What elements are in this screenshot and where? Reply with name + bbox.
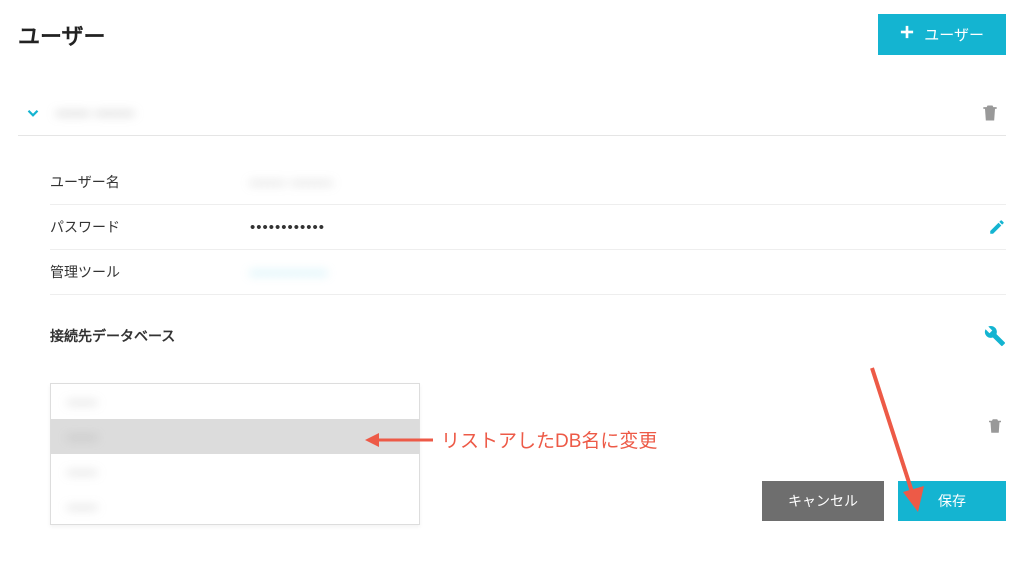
- db-select-dropdown[interactable]: ----------------------------: [50, 383, 420, 525]
- password-row: パスワード ••••••••••••: [50, 205, 1006, 250]
- add-user-button-label: ユーザー: [924, 24, 984, 45]
- db-option[interactable]: -------: [51, 384, 419, 419]
- trash-icon[interactable]: [980, 103, 1000, 123]
- password-label: パスワード: [50, 217, 250, 237]
- username-value: ------ -------: [250, 174, 1006, 191]
- password-value: ••••••••••••: [250, 219, 988, 236]
- user-row[interactable]: ------ -------: [18, 95, 1006, 136]
- admin-tool-value[interactable]: -------------: [250, 264, 1006, 281]
- tools-icon[interactable]: [984, 325, 1006, 347]
- chevron-down-icon[interactable]: [24, 104, 42, 122]
- admin-tool-row: 管理ツール -------------: [50, 250, 1006, 295]
- annotation-save-arrow: [862, 362, 932, 522]
- username-label: ユーザー名: [50, 172, 250, 192]
- annotation-restore-db-text: リストアしたDB名に変更: [441, 426, 657, 453]
- user-name: ------ -------: [56, 103, 966, 123]
- db-option[interactable]: -------: [51, 489, 419, 524]
- edit-icon[interactable]: [988, 218, 1006, 236]
- page-title: ユーザー: [18, 19, 106, 51]
- db-option[interactable]: -------: [51, 454, 419, 489]
- trash-icon[interactable]: [986, 417, 1004, 435]
- plus-icon: [900, 25, 914, 44]
- admin-tool-label: 管理ツール: [50, 262, 250, 282]
- db-section-title: 接続先データベース: [50, 326, 175, 346]
- username-row: ユーザー名 ------ -------: [50, 160, 1006, 205]
- annotation-restore-db: リストアしたDB名に変更: [365, 426, 657, 453]
- add-user-button[interactable]: ユーザー: [878, 14, 1006, 55]
- db-option[interactable]: -------: [51, 419, 419, 454]
- user-details: ユーザー名 ------ ------- パスワード •••••••••••• …: [18, 136, 1006, 295]
